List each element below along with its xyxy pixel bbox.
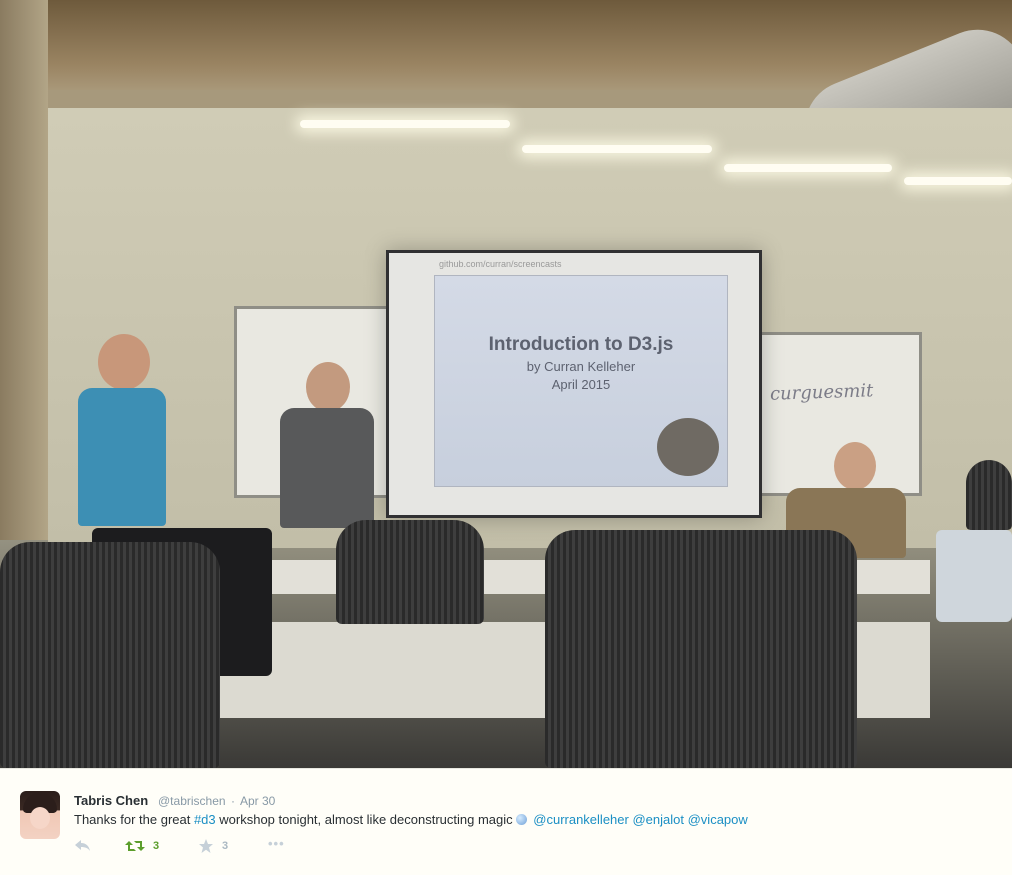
star-icon[interactable] (198, 838, 214, 857)
avatar[interactable] (20, 791, 60, 839)
tweet-text-end: workshop tonight, almost like deconstruc… (215, 812, 513, 827)
whiteboard-writing: curguesmit (769, 380, 874, 405)
user-handle[interactable]: @tabrischen (158, 794, 226, 808)
tweet-text: Thanks for the great #d3 workshop tonigh… (74, 812, 748, 827)
tweet-photo[interactable]: curguesmit github.com/curran/screencasts… (0, 0, 1012, 768)
mention-link[interactable]: @enjalot (632, 812, 684, 827)
slide-webcam-thumbnail (657, 418, 719, 476)
office-chair (336, 520, 484, 624)
separator: · (231, 794, 235, 808)
laptop-screen (936, 530, 1012, 622)
mention-link[interactable]: @vicapow (688, 812, 748, 827)
tweet-card: Tabris Chen @tabrischen · Apr 30 Thanks … (0, 768, 1012, 875)
presentation-slide: github.com/curran/screencasts Introducti… (434, 259, 728, 487)
retweet-icon[interactable] (124, 839, 146, 856)
pillar (0, 0, 48, 540)
ceiling-light (904, 177, 1012, 185)
office-chair (545, 530, 857, 768)
slide-title: Introduction to D3.js (488, 334, 674, 355)
ceiling-light (300, 120, 510, 128)
reply-icon[interactable] (74, 839, 92, 856)
mention-link[interactable]: @currankelleher (533, 812, 629, 827)
crystal-ball-emoji (515, 814, 527, 825)
display-name[interactable]: Tabris Chen (74, 793, 148, 808)
office-chair (966, 460, 1012, 530)
ceiling-light (724, 164, 892, 172)
office-chair (0, 542, 220, 768)
slide-date: April 2015 (551, 377, 611, 392)
slide-author: by Curran Kelleher (526, 359, 636, 374)
favorite-count: 3 (222, 840, 229, 852)
more-icon[interactable]: ••• (268, 836, 285, 851)
projector-screen: github.com/curran/screencasts Introducti… (386, 250, 762, 518)
tweet-text-start: Thanks for the great (74, 812, 194, 827)
slide-url: github.com/curran/screencasts (439, 259, 562, 269)
ceiling-light (522, 145, 712, 153)
tweet-date[interactable]: Apr 30 (240, 794, 275, 808)
retweet-count: 3 (153, 840, 160, 852)
hashtag-link[interactable]: #d3 (194, 812, 216, 827)
